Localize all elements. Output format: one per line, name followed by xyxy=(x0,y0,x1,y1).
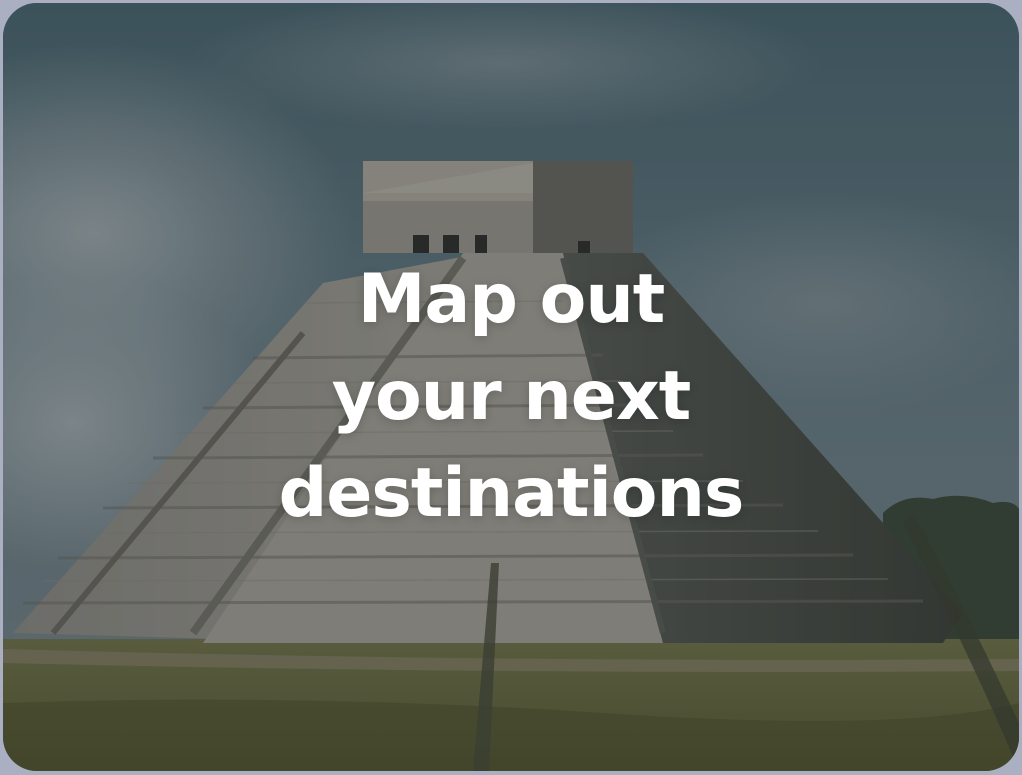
hero-card: Map out your next destinations xyxy=(3,3,1019,771)
hero-title-line-3: destinations xyxy=(278,454,745,533)
hero-title-line-2: your next xyxy=(331,357,692,436)
hero-title: Map out your next destinations xyxy=(3,251,1019,542)
hero-title-line-1: Map out xyxy=(357,260,666,339)
